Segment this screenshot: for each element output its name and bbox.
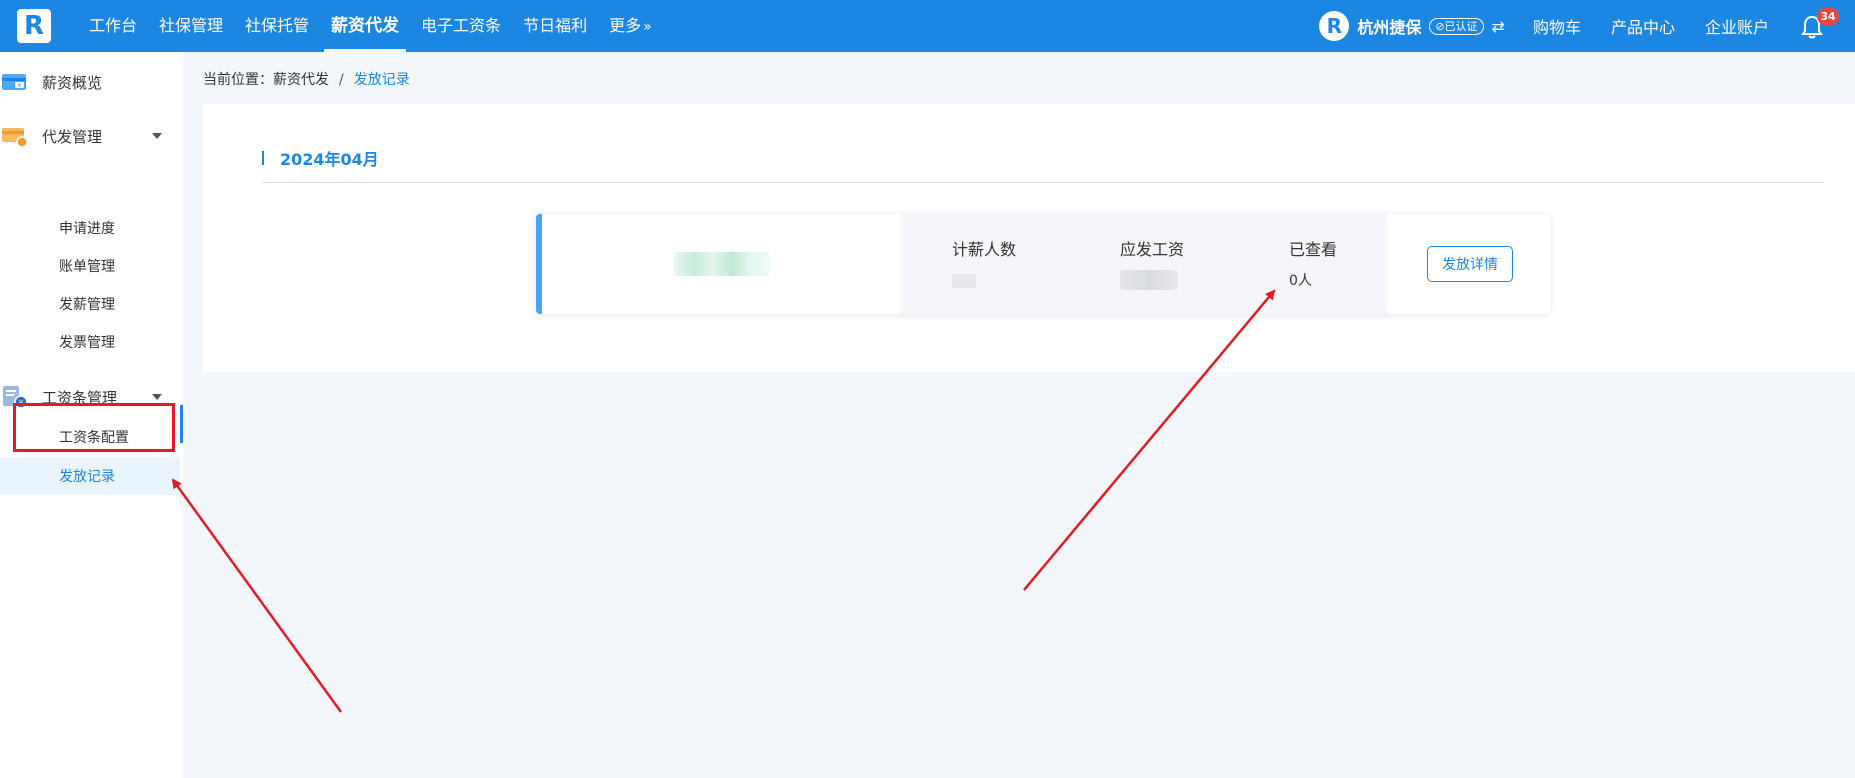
stat-viewed: 已查看 0人 <box>1289 236 1337 290</box>
nav-more-label: 更多 <box>609 16 642 35</box>
notification-count-badge: 34 <box>1817 8 1839 25</box>
stat-payroll-count: 计薪人数 <box>952 236 1016 288</box>
wallet-card-icon: ¥ <box>2 74 26 90</box>
sidebar-item-label: 申请进度 <box>59 221 115 237</box>
sidebar-item-label: 发薪管理 <box>59 297 115 313</box>
app-logo-letter: R <box>23 11 45 41</box>
top-right-area: R 杭州捷保 ⊘已认证 ⇄ 购物车 产品中心 企业账户 34 <box>1319 0 1855 52</box>
sidebar: ¥ 薪资概览 代发管理 申请进度 账单管理 发薪管理 发票管理 ¥ 工资条管理 … <box>0 52 183 778</box>
nav-e-payslip[interactable]: 电子工资条 <box>410 0 512 52</box>
records-panel: 2024年04月 计薪人数 应发工资 已查看 0人 发放详情 <box>203 104 1855 372</box>
month-heading: 2024年04月 <box>262 148 379 169</box>
active-indicator <box>180 405 183 443</box>
verified-badge: ⊘已认证 <box>1429 17 1484 35</box>
notification-bell[interactable]: 34 <box>1799 8 1839 41</box>
company-name: 杭州捷保 <box>1357 18 1422 37</box>
caret-down-icon <box>152 133 162 139</box>
cart-link[interactable]: 购物车 <box>1533 14 1581 38</box>
redacted-value <box>952 274 976 288</box>
annotation-arrow-left <box>171 478 343 713</box>
record-stats: 计薪人数 应发工资 已查看 0人 <box>900 214 1388 314</box>
sidebar-group-label: 代发管理 <box>42 127 103 146</box>
stat-label: 已查看 <box>1289 240 1338 259</box>
nav-payroll[interactable]: 薪资代发 <box>320 0 410 52</box>
nav-more[interactable]: 更多» <box>598 0 663 52</box>
sidebar-item-application-progress[interactable]: 申请进度 <box>0 209 180 247</box>
sidebar-group-payslip-management[interactable]: ¥ 工资条管理 <box>0 370 183 424</box>
nav-social-hosting[interactable]: 社保托管 <box>234 0 320 52</box>
breadcrumb-separator: / <box>339 72 344 88</box>
sidebar-group-payroll-management[interactable]: 代发管理 <box>0 109 183 163</box>
issue-details-button[interactable]: 发放详情 <box>1427 246 1513 282</box>
sidebar-item-salary-management[interactable]: 发薪管理 <box>0 285 180 323</box>
company-logo: R <box>1319 11 1350 41</box>
stat-label: 计薪人数 <box>952 240 1017 259</box>
sidebar-item-invoice-management[interactable]: 发票管理 <box>0 323 180 361</box>
breadcrumb-prefix: 当前位置：薪资代发 <box>203 72 329 88</box>
divider <box>262 182 1824 183</box>
sidebar-item-bill-management[interactable]: 账单管理 <box>0 247 180 285</box>
product-center-link[interactable]: 产品中心 <box>1611 14 1675 38</box>
nav-holiday-benefits[interactable]: 节日福利 <box>512 0 598 52</box>
nav-social-security[interactable]: 社保管理 <box>148 0 234 52</box>
sidebar-item-label: 工资条配置 <box>59 430 129 446</box>
breadcrumb: 当前位置：薪资代发 / 发放记录 <box>203 69 410 89</box>
double-chevron-right-icon: » <box>643 19 652 35</box>
nav-workbench[interactable]: 工作台 <box>78 0 148 52</box>
caret-down-icon <box>152 394 162 400</box>
stat-label: 应发工资 <box>1120 240 1185 259</box>
breadcrumb-current: 发放记录 <box>353 72 410 88</box>
sidebar-group-label: 工资条管理 <box>42 388 118 407</box>
sidebar-item-label: 发票管理 <box>59 335 115 351</box>
sidebar-item-payslip-config[interactable]: 工资条配置 <box>0 418 180 456</box>
payslip-icon: ¥ <box>3 386 28 409</box>
redacted-value <box>1120 270 1178 290</box>
svg-text:¥: ¥ <box>18 83 21 89</box>
sidebar-item-label: 薪资概览 <box>42 73 103 92</box>
record-card: 计薪人数 应发工资 已查看 0人 发放详情 <box>536 214 1550 314</box>
sidebar-item-label: 发放记录 <box>59 469 115 485</box>
enterprise-account-link[interactable]: 企业账户 <box>1705 14 1769 38</box>
sidebar-item-issue-records[interactable]: 发放记录 <box>0 457 180 495</box>
top-navigation-bar: R 工作台 社保管理 社保托管 薪资代发 电子工资条 节日福利 更多» R 杭州… <box>0 0 1855 52</box>
stat-gross-salary: 应发工资 <box>1120 236 1184 290</box>
record-company-name <box>542 214 900 314</box>
redacted-name <box>674 252 770 276</box>
stat-value: 0人 <box>1289 273 1312 289</box>
main-nav: 工作台 社保管理 社保托管 薪资代发 电子工资条 节日福利 更多» <box>78 0 663 52</box>
sidebar-item-label: 账单管理 <box>59 259 115 275</box>
card-coin-icon <box>2 128 28 148</box>
app-logo[interactable]: R <box>17 9 51 43</box>
company-logo-letter: R <box>1326 14 1343 38</box>
month-label: 2024年04月 <box>280 150 379 169</box>
svg-text:¥: ¥ <box>19 399 24 407</box>
switch-company-icon[interactable]: ⇄ <box>1492 17 1505 36</box>
sidebar-item-payroll-overview[interactable]: ¥ 薪资概览 <box>0 55 183 109</box>
